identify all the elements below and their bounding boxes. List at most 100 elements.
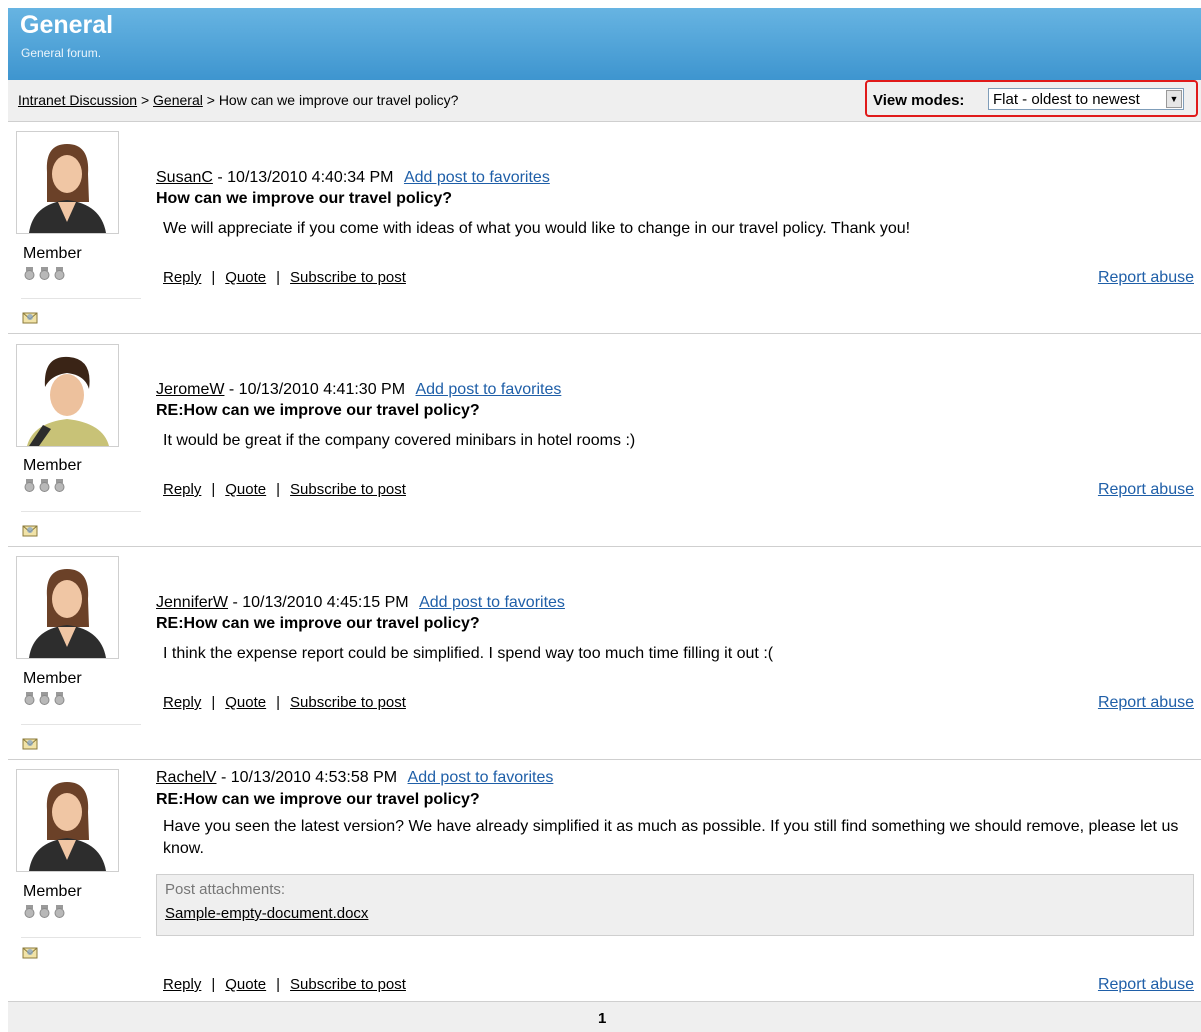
divider xyxy=(21,937,141,938)
post-date: - 10/13/2010 4:45:15 PM xyxy=(232,594,409,611)
quote-link[interactable]: Quote xyxy=(225,976,266,993)
divider xyxy=(21,511,141,512)
female-avatar-icon xyxy=(16,556,119,659)
divider xyxy=(21,724,141,725)
forum-post: Member RachelV - 10/13/2010 4:53:58 PM A… xyxy=(8,760,1201,1001)
quote-link[interactable]: Quote xyxy=(225,269,266,286)
envelope-icon[interactable] xyxy=(22,736,38,750)
post-date: - 10/13/2010 4:41:30 PM xyxy=(228,381,406,398)
medals xyxy=(23,267,66,280)
post-date: - 10/13/2010 4:53:58 PM xyxy=(220,769,398,786)
user-role: Member xyxy=(23,883,82,900)
post-header: JenniferW - 10/13/2010 4:45:15 PM Add po… xyxy=(156,594,565,612)
medal-icon xyxy=(53,479,66,492)
reply-link[interactable]: Reply xyxy=(163,976,201,993)
medal-icon xyxy=(23,692,36,705)
post-subject: RE:How can we improve our travel policy? xyxy=(156,791,480,808)
attachments-label: Post attachments: xyxy=(165,881,286,898)
medal-icon xyxy=(38,692,51,705)
add-to-favorites-link[interactable]: Add post to favorites xyxy=(404,169,550,186)
action-separator: | xyxy=(211,694,216,711)
post-author-link[interactable]: JeromeW xyxy=(156,381,224,398)
female-avatar-icon xyxy=(16,769,119,872)
attachment-file-link[interactable]: Sample-empty-document.docx xyxy=(165,905,368,922)
dropdown-arrow-icon[interactable]: ▼ xyxy=(1166,90,1182,108)
post-attachments: Post attachments: Sample-empty-document.… xyxy=(156,874,1194,936)
post-date: - 10/13/2010 4:40:34 PM xyxy=(217,169,394,186)
action-separator: | xyxy=(276,269,281,286)
action-separator: | xyxy=(276,976,281,993)
action-separator: | xyxy=(276,694,281,711)
action-separator: | xyxy=(211,269,216,286)
add-to-favorites-link[interactable]: Add post to favorites xyxy=(419,594,565,611)
post-body: We will appreciate if you come with idea… xyxy=(163,220,911,237)
post-header: SusanC - 10/13/2010 4:40:34 PM Add post … xyxy=(156,169,550,187)
medal-icon xyxy=(38,267,51,280)
medal-icon xyxy=(53,905,66,918)
forum-title: General xyxy=(20,11,114,39)
medals xyxy=(23,692,66,705)
view-modes-box: View modes: Flat - oldest to newest ▼ xyxy=(865,80,1198,117)
report-abuse-link[interactable]: Report abuse xyxy=(1098,976,1194,994)
add-to-favorites-link[interactable]: Add post to favorites xyxy=(415,381,561,398)
pager: 1 xyxy=(8,1001,1201,1032)
divider xyxy=(21,298,141,299)
subscribe-link[interactable]: Subscribe to post xyxy=(290,481,406,498)
forum-post: Member JenniferW - 10/13/2010 4:45:15 PM… xyxy=(8,547,1201,760)
post-body: Have you seen the latest version? We hav… xyxy=(163,818,1179,857)
report-abuse-link[interactable]: Report abuse xyxy=(1098,269,1194,287)
medal-icon xyxy=(23,479,36,492)
quote-link[interactable]: Quote xyxy=(225,694,266,711)
post-subject: How can we improve our travel policy? xyxy=(156,190,453,207)
envelope-icon[interactable] xyxy=(22,945,38,959)
forum-post: Member JeromeW - 10/13/2010 4:41:30 PM A… xyxy=(8,334,1201,547)
view-modes-selected-value: Flat - oldest to newest xyxy=(993,91,1140,108)
medal-icon xyxy=(53,692,66,705)
action-separator: | xyxy=(276,481,281,498)
breadcrumb-link-intranet-discussion[interactable]: Intranet Discussion xyxy=(18,92,137,108)
post-body: I think the expense report could be simp… xyxy=(163,645,774,662)
subscribe-link[interactable]: Subscribe to post xyxy=(290,269,406,286)
quote-link[interactable]: Quote xyxy=(225,481,266,498)
envelope-icon[interactable] xyxy=(22,523,38,537)
page-number-current: 1 xyxy=(598,1010,607,1027)
medals xyxy=(23,479,66,492)
medals xyxy=(23,905,66,918)
breadcrumb-link-general[interactable]: General xyxy=(153,92,203,108)
breadcrumb-bar: Intranet Discussion > General > How can … xyxy=(8,80,1201,122)
post-actions: Reply | Quote | Subscribe to post xyxy=(163,481,406,498)
action-separator: | xyxy=(211,481,216,498)
subscribe-link[interactable]: Subscribe to post xyxy=(290,694,406,711)
post-author-link[interactable]: SusanC xyxy=(156,169,213,186)
forum-header: General General forum. xyxy=(8,8,1201,80)
breadcrumb-separator: > xyxy=(140,92,150,108)
reply-link[interactable]: Reply xyxy=(163,481,201,498)
post-actions: Reply | Quote | Subscribe to post xyxy=(163,694,406,711)
report-abuse-link[interactable]: Report abuse xyxy=(1098,694,1194,712)
action-separator: | xyxy=(211,976,216,993)
user-role: Member xyxy=(23,670,82,687)
reply-link[interactable]: Reply xyxy=(163,694,201,711)
post-header: RachelV - 10/13/2010 4:53:58 PM Add post… xyxy=(156,769,553,787)
female-avatar-icon xyxy=(16,131,119,234)
post-subject: RE:How can we improve our travel policy? xyxy=(156,615,480,632)
add-to-favorites-link[interactable]: Add post to favorites xyxy=(408,769,554,786)
post-author-link[interactable]: JenniferW xyxy=(156,594,228,611)
medal-icon xyxy=(38,479,51,492)
view-modes-select[interactable]: Flat - oldest to newest ▼ xyxy=(988,88,1184,110)
post-author-link[interactable]: RachelV xyxy=(156,769,216,786)
envelope-icon[interactable] xyxy=(22,310,38,324)
post-header: JeromeW - 10/13/2010 4:41:30 PM Add post… xyxy=(156,381,561,399)
post-body: It would be great if the company covered… xyxy=(163,432,636,449)
post-subject: RE:How can we improve our travel policy? xyxy=(156,402,480,419)
forum-post: Member SusanC - 10/13/2010 4:40:34 PM Ad… xyxy=(8,122,1201,334)
subscribe-link[interactable]: Subscribe to post xyxy=(290,976,406,993)
user-role: Member xyxy=(23,245,82,262)
medal-icon xyxy=(38,905,51,918)
male-avatar-icon xyxy=(16,344,119,447)
reply-link[interactable]: Reply xyxy=(163,269,201,286)
breadcrumb-separator: > xyxy=(206,92,215,108)
breadcrumb-current: How can we improve our travel policy? xyxy=(218,92,459,108)
report-abuse-link[interactable]: Report abuse xyxy=(1098,481,1194,499)
user-role: Member xyxy=(23,457,82,474)
